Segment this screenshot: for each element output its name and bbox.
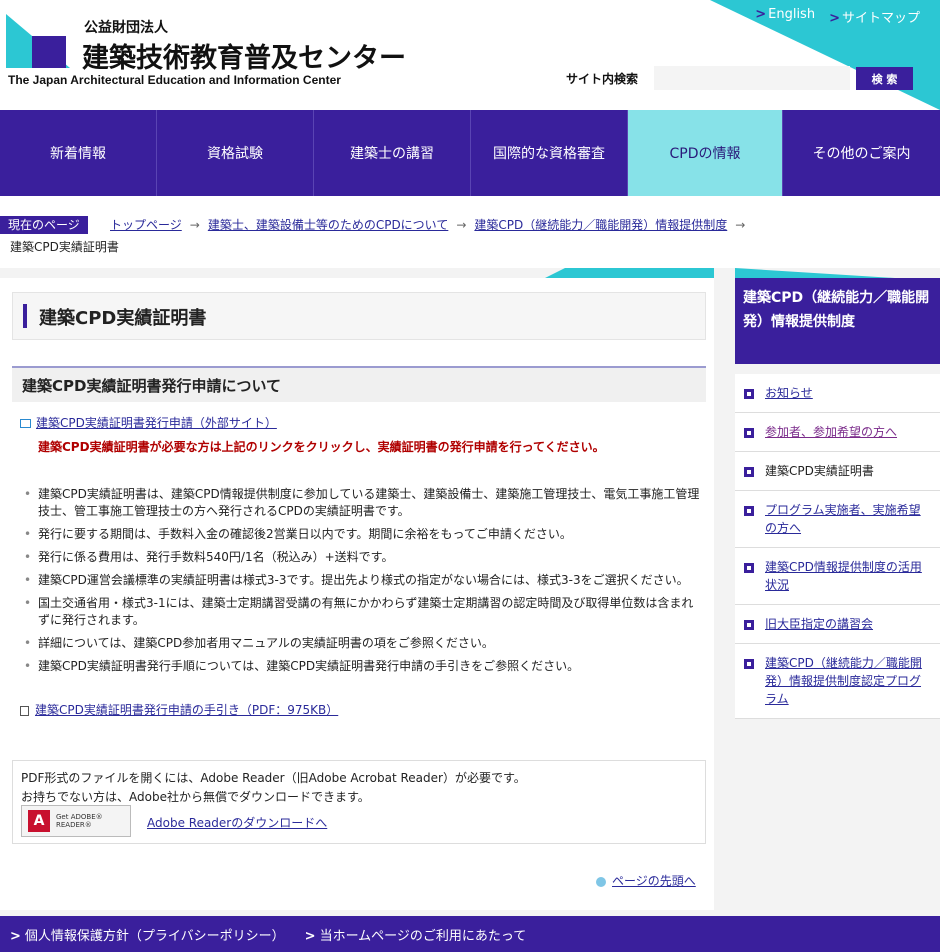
breadcrumb-link-top[interactable]: トップページ [110, 218, 182, 232]
chevron-right-icon: > [755, 7, 767, 22]
sidebar-item-label: 建築CPD実績証明書 [765, 464, 874, 478]
section-title-box: 建築CPD実績証明書発行申請について [12, 366, 706, 402]
list-item: 詳細については、建築CPD参加者用マニュアルの実績証明書の項をご参照ください。 [24, 635, 704, 652]
footer-terms-link[interactable]: > 当ホームページのご利用にあたって [305, 925, 527, 944]
arrow-up-icon [596, 876, 606, 887]
breadcrumb-last: 建築CPD実績証明書 [10, 240, 119, 254]
square-bullet-icon [744, 467, 754, 477]
sidebar-item-certified-programs[interactable]: 建築CPD（継続能力／職能開発）情報提供制度認定プログラム [735, 644, 940, 719]
sidebar-item-label[interactable]: 建築CPD情報提供制度の活用状況 [765, 560, 922, 592]
list-item: 建築CPD実績証明書は、建築CPD情報提供制度に参加している建築士、建築設備士、… [24, 486, 704, 520]
footer-terms-label: 当ホームページのご利用にあたって [319, 928, 527, 944]
top-links: > English > サイトマップ [755, 7, 920, 26]
external-application-link[interactable]: 建築CPD実績証明書発行申請（外部サイト） [20, 414, 277, 431]
pdf-guide-link[interactable]: 建築CPD実績証明書発行申請の手引き（PDF：975KB） [20, 701, 338, 718]
back-to-top-label: ページの先頭へ [612, 874, 696, 888]
search-input[interactable] [654, 66, 850, 90]
square-bullet-icon [744, 563, 754, 573]
adobe-badge-text: Get ADOBE® READER® [56, 813, 103, 829]
site-header: 公益財団法人 建築技術教育普及センター The Japan Architectu… [0, 0, 940, 110]
breadcrumb-current-label: 現在のページ [0, 216, 88, 234]
pdf-icon [20, 705, 29, 716]
sidebar-item-usage-status[interactable]: 建築CPD情報提供制度の活用状況 [735, 548, 940, 605]
section-title: 建築CPD実績証明書発行申請について [22, 377, 282, 395]
arrow-right-icon: → [735, 218, 746, 232]
footer-privacy-link[interactable]: > 個人情報保護方針（プライバシーポリシー） [10, 925, 285, 944]
adobe-logo-icon: A [28, 810, 50, 832]
back-to-top-link[interactable]: ページの先頭へ [596, 872, 696, 889]
nav-item-international[interactable]: 国際的な資格審査 [471, 110, 628, 196]
square-bullet-icon [744, 428, 754, 438]
arrow-right-icon: → [189, 218, 200, 232]
breadcrumb: 現在のページ トップページ → 建築士、建築設備士等のためのCPDについて → 建築CP… [0, 196, 940, 268]
sitemap-link-label: サイトマップ [841, 11, 920, 26]
sidebar-item-former-minister-courses[interactable]: 旧大臣指定の講習会 [735, 605, 940, 644]
pdf-guide-link-label: 建築CPD実績証明書発行申請の手引き（PDF：975KB） [35, 703, 339, 717]
org-name[interactable]: 建築技術教育普及センター [82, 36, 406, 75]
square-bullet-icon [744, 659, 754, 669]
sidebar-menu: お知らせ 参加者、参加希望の方へ 建築CPD実績証明書 プログラム実施者、実施希… [735, 374, 940, 719]
square-bullet-icon [744, 620, 754, 630]
sidebar-item-label[interactable]: 参加者、参加希望の方へ [765, 425, 897, 439]
english-link[interactable]: > English [755, 7, 815, 26]
list-item: 発行に係る費用は、発行手数料540円/1名（税込み）+送料です。 [24, 549, 704, 566]
external-application-link-label: 建築CPD実績証明書発行申請（外部サイト） [36, 416, 277, 430]
adobe-reader-box: PDF形式のファイルを開くには、Adobe Reader（旧Adobe Acro… [12, 760, 706, 844]
org-english-name: The Japan Architectural Education and In… [8, 73, 341, 87]
breadcrumb-link-cpd-system[interactable]: 建築CPD（継続能力／職能開発）情報提供制度 [474, 218, 727, 232]
sidebar-heading: 建築CPD（継続能力／職能開発）情報提供制度 [735, 278, 940, 364]
main-decoration [545, 268, 565, 278]
site-footer: > 個人情報保護方針（プライバシーポリシー） > 当ホームページのご利用にあたって [0, 916, 940, 952]
square-bullet-icon [744, 506, 754, 516]
sidebar-item-certificate: 建築CPD実績証明書 [735, 452, 940, 491]
chevron-right-icon: > [829, 11, 840, 26]
nav-item-cpd[interactable]: CPDの情報 [628, 110, 783, 196]
external-window-icon [20, 419, 31, 428]
main-decoration-bar [565, 268, 714, 278]
chevron-right-icon: > [304, 928, 316, 944]
nav-item-other[interactable]: その他のご案内 [783, 110, 940, 196]
get-adobe-reader-badge[interactable]: A Get ADOBE® READER® [21, 805, 131, 837]
sidebar-item-label[interactable]: 建築CPD（継続能力／職能開発）情報提供制度認定プログラム [765, 656, 922, 706]
adobe-download-link[interactable]: Adobe Readerのダウンロードへ [147, 814, 327, 831]
sitemap-link[interactable]: > サイトマップ [829, 7, 920, 26]
warning-text: 建築CPD実績証明書が必要な方は上記のリンクをクリックし、実績証明書の発行申請を… [38, 440, 605, 454]
logo-square [32, 36, 66, 68]
breadcrumb-path: トップページ → 建築士、建築設備士等のためのCPDについて → 建築CPD（継続能力／… [110, 216, 753, 234]
arrow-right-icon: → [456, 218, 467, 232]
global-nav: 新着情報 資格試験 建築士の講習 国際的な資格審査 CPDの情報 その他のご案内 [0, 110, 940, 196]
sidebar-item-participants[interactable]: 参加者、参加希望の方へ [735, 413, 940, 452]
chevron-right-icon: > [10, 928, 21, 944]
adobe-note-line1: PDF形式のファイルを開くには、Adobe Reader（旧Adobe Acro… [21, 771, 526, 785]
sidebar-item-label[interactable]: プログラム実施者、実施希望の方へ [765, 503, 921, 535]
page-title-box: 建築CPD実績証明書 [12, 292, 706, 340]
nav-item-architect-courses[interactable]: 建築士の講習 [314, 110, 471, 196]
sidebar-decoration [735, 268, 895, 278]
nav-item-exams[interactable]: 資格試験 [157, 110, 314, 196]
breadcrumb-link-cpd[interactable]: 建築士、建築設備士等のためのCPDについて [208, 218, 449, 232]
list-item: 発行に要する期間は、手数料入金の確認後2営業日以内です。期間に余裕をもってご申請… [24, 526, 704, 543]
list-item: 建築CPD運営会議標準の実績証明書は様式3-3です。提出先より様式の指定がない場… [24, 572, 704, 589]
footer-privacy-label: 個人情報保護方針（プライバシーポリシー） [24, 928, 285, 944]
site-logo[interactable] [6, 14, 70, 68]
list-item: 建築CPD実績証明書発行手順については、建築CPD実績証明書発行申請の手引きをご… [24, 658, 704, 675]
search-button[interactable]: 検 索 [856, 67, 913, 90]
list-item: 国土交通省用・様式3-1には、建築士定期講習受講の有無にかかわらず建築士定期講習… [24, 595, 704, 629]
org-subtitle: 公益財団法人 [84, 20, 168, 36]
sidebar-item-news[interactable]: お知らせ [735, 374, 940, 413]
square-bullet-icon [744, 389, 754, 399]
nav-item-news[interactable]: 新着情報 [0, 110, 157, 196]
sidebar-item-program-providers[interactable]: プログラム実施者、実施希望の方へ [735, 491, 940, 548]
english-link-label: English [768, 7, 816, 22]
adobe-note-line2: お持ちでない方は、Adobe社から無償でダウンロードできます。 [21, 790, 370, 804]
title-accent-bar [23, 304, 27, 328]
sidebar-item-label[interactable]: お知らせ [765, 386, 813, 400]
info-list: 建築CPD実績証明書は、建築CPD情報提供制度に参加している建築士、建築設備士、… [24, 486, 704, 681]
sidebar-item-label[interactable]: 旧大臣指定の講習会 [765, 617, 873, 631]
page-title: 建築CPD実績証明書 [39, 308, 207, 329]
search-label: サイト内検索 [566, 72, 639, 86]
